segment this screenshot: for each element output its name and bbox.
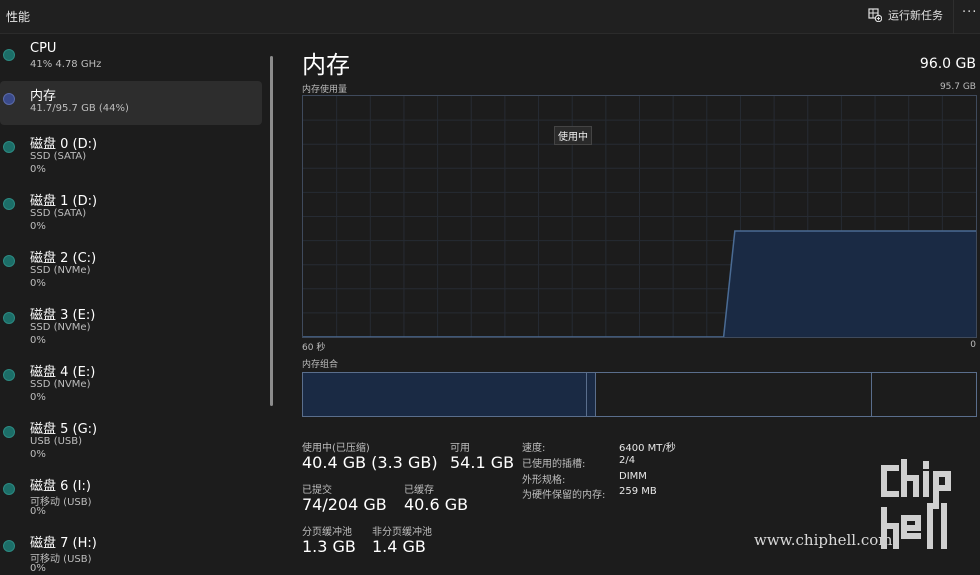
sidebar-item-name: 磁盘 5 (G:) (30, 422, 98, 437)
sidebar-item-name: 磁盘 6 (I:) (30, 479, 91, 494)
status-dot-icon (3, 426, 15, 438)
sidebar-item-name: 内存 (30, 89, 57, 104)
watermark-url: www.chiphell.com (754, 531, 893, 549)
run-new-task-button[interactable]: 运行新任务 (868, 6, 943, 24)
composition-label: 内存组合 (302, 360, 339, 370)
page-title: 性能 (6, 10, 31, 24)
sidebar-item[interactable]: 磁盘 6 (I:) 可移动 (USB) 0% (0, 471, 262, 517)
sidebar-item-detail: USB (USB) (30, 436, 83, 447)
cached-value: 40.6 GB (404, 495, 469, 514)
sidebar-item[interactable]: CPU 41% 4.78 GHz (0, 37, 262, 81)
status-dot-icon (3, 540, 15, 552)
performance-sidebar: CPU 41% 4.78 GHz 内存 41.7/95.7 GB (44%) 磁盘 0 … (0, 34, 280, 575)
committed-label: 已提交 (302, 485, 332, 496)
status-dot-icon (3, 198, 15, 210)
sidebar-item[interactable]: 磁盘 0 (D:) SSD (SATA) 0% (0, 129, 262, 175)
sidebar-item-usage: 0% (30, 449, 46, 460)
nonpaged-pool-value: 1.4 GB (372, 537, 426, 556)
nonpaged-pool-label: 非分页缓冲池 (372, 527, 432, 538)
title-bar: 性能 运行新任务 ··· (0, 0, 980, 34)
paged-pool-label: 分页缓冲池 (302, 527, 352, 538)
composition-segment-standby[interactable] (595, 373, 872, 416)
sidebar-item-detail: SSD (NVMe) (30, 265, 91, 276)
sidebar-item-detail: SSD (NVMe) (30, 379, 91, 390)
usage-graph-label: 内存使用量 (302, 85, 348, 95)
sidebar-item-usage: 0% (30, 506, 46, 517)
total-capacity: 96.0 GB (919, 56, 976, 72)
time-axis-end: 0 (970, 340, 976, 350)
usage-graph-max: 95.7 GB (939, 82, 976, 92)
sidebar-item-usage: 0% (30, 335, 46, 346)
sidebar-item[interactable]: 内存 41.7/95.7 GB (44%) (0, 81, 262, 125)
composition-segment-modified[interactable] (587, 373, 596, 416)
sidebar-item-usage: 0% (30, 392, 46, 403)
time-axis-start: 60 秒 (302, 343, 326, 353)
run-task-label: 运行新任务 (888, 9, 943, 22)
sidebar-item-name: 磁盘 4 (E:) (30, 365, 96, 380)
hardware-reserved-label: 为硬件保留的内存: (522, 490, 606, 501)
chiphell-logo (881, 459, 951, 549)
status-dot-icon (3, 369, 15, 381)
committed-value: 74/204 GB (302, 495, 387, 514)
sidebar-item-detail: SSD (NVMe) (30, 322, 91, 333)
memory-usage-graph (302, 95, 977, 338)
speed-value: 6400 MT/秒 (619, 443, 676, 454)
status-dot-icon (3, 141, 15, 153)
sidebar-item-usage: 0% (30, 164, 46, 175)
form-factor-label: 外形规格: (522, 475, 566, 486)
toolbar-divider (953, 0, 954, 34)
sidebar-item-detail: SSD (SATA) (30, 151, 87, 162)
status-dot-icon (3, 483, 15, 495)
run-task-icon (868, 8, 882, 22)
cached-label: 已缓存 (404, 485, 434, 496)
paged-pool-value: 1.3 GB (302, 537, 356, 556)
usage-graph-svg (303, 96, 976, 337)
form-factor-value: DIMM (619, 471, 647, 482)
slots-value: 2/4 (619, 455, 636, 466)
resource-title: 内存 (302, 51, 350, 79)
status-dot-icon (3, 312, 15, 324)
in-use-value: 40.4 GB (3.3 GB) (302, 453, 438, 472)
sidebar-scrollbar[interactable] (270, 56, 273, 406)
sidebar-item-name: 磁盘 0 (D:) (30, 137, 98, 152)
sidebar-item[interactable]: 磁盘 1 (D:) SSD (SATA) 0% (0, 186, 262, 232)
more-options-button[interactable]: ··· (962, 5, 977, 20)
sidebar-item-name: 磁盘 3 (E:) (30, 308, 96, 323)
sidebar-item-name: 磁盘 7 (H:) (30, 536, 97, 551)
sidebar-item-usage: 0% (30, 563, 46, 574)
sidebar-item-detail: SSD (SATA) (30, 208, 87, 219)
sidebar-item-detail: 41% 4.78 GHz (30, 59, 102, 70)
status-dot-icon (3, 49, 15, 61)
sidebar-item-name: CPU (30, 41, 57, 56)
status-dot-icon (3, 255, 15, 267)
sidebar-item[interactable]: 磁盘 2 (C:) SSD (NVMe) 0% (0, 243, 262, 289)
sidebar-item-usage: 0% (30, 278, 46, 289)
sidebar-item-usage: 0% (30, 221, 46, 232)
available-label: 可用 (450, 443, 470, 454)
sidebar-item[interactable]: 磁盘 7 (H:) 可移动 (USB) 0% (0, 528, 262, 574)
sidebar-item-name: 磁盘 1 (D:) (30, 194, 98, 209)
in-use-label: 使用中(已压缩) (302, 443, 370, 454)
composition-segment-free[interactable] (871, 373, 976, 416)
status-dot-icon (3, 93, 15, 105)
available-value: 54.1 GB (450, 453, 515, 472)
sidebar-item[interactable]: 磁盘 3 (E:) SSD (NVMe) 0% (0, 300, 262, 346)
sidebar-item[interactable]: 磁盘 5 (G:) USB (USB) 0% (0, 414, 262, 460)
slots-label: 已使用的插槽: (522, 459, 586, 470)
memory-composition-bar (302, 372, 977, 417)
sidebar-item-detail: 41.7/95.7 GB (44%) (30, 103, 129, 114)
composition-segment-in-use[interactable] (303, 373, 587, 416)
hardware-reserved-value: 259 MB (619, 486, 657, 497)
sidebar-item-name: 磁盘 2 (C:) (30, 251, 97, 266)
in-use-tooltip: 使用中 (554, 126, 592, 145)
sidebar-item[interactable]: 磁盘 4 (E:) SSD (NVMe) 0% (0, 357, 262, 403)
speed-label: 速度: (522, 443, 546, 454)
